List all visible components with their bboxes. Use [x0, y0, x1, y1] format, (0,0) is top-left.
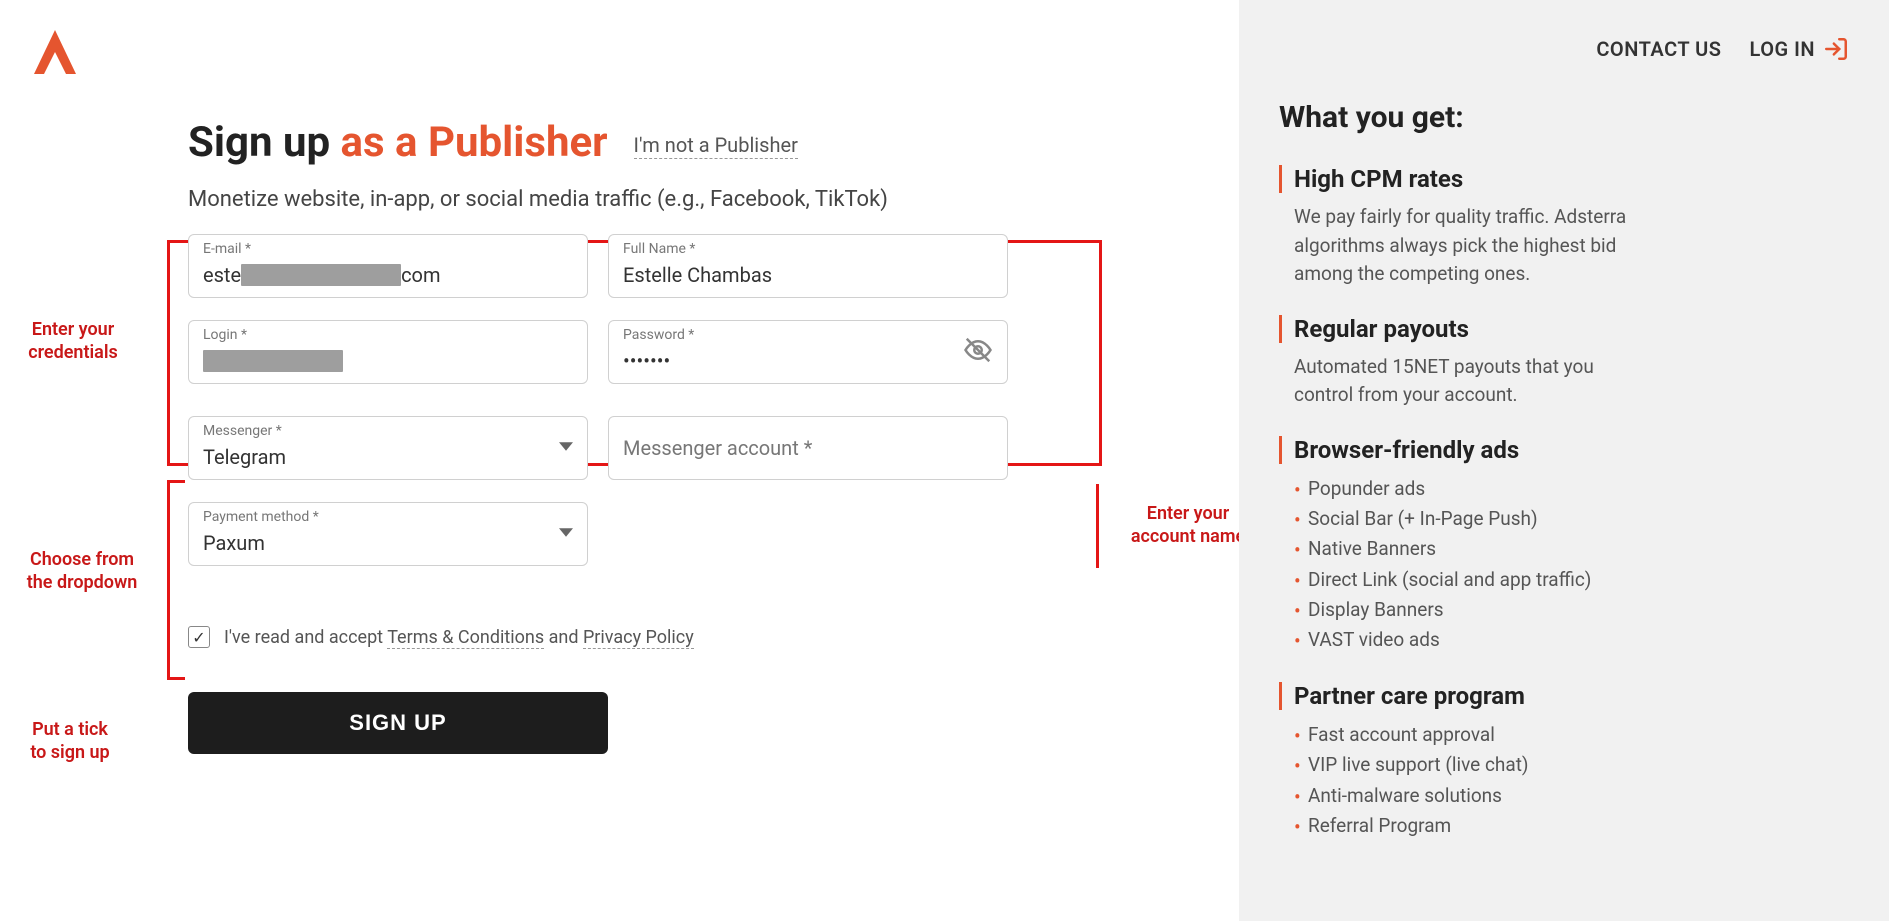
- terms-text-prefix: I've read and accept: [224, 627, 387, 648]
- chevron-down-icon: [559, 439, 573, 458]
- messenger-select[interactable]: Messenger * Telegram: [188, 416, 588, 480]
- list-item: Referral Program: [1294, 811, 1849, 841]
- benefit-desc: Automated 15NET payouts that you control…: [1279, 353, 1639, 410]
- email-suffix: com: [401, 263, 440, 287]
- email-field[interactable]: E-mail * este com: [188, 234, 588, 298]
- eye-off-icon[interactable]: [963, 335, 993, 369]
- login-label: LOG IN: [1750, 37, 1815, 61]
- annotation-tick: Put a tick to sign up: [10, 718, 130, 765]
- annotation-bracket-account: [1096, 484, 1099, 568]
- fullname-label: Full Name *: [623, 241, 695, 257]
- password-value: •••••••: [623, 349, 993, 373]
- annotation-bracket-dropdown: [167, 480, 185, 680]
- page-subtitle: Monetize website, in-app, or social medi…: [188, 187, 1088, 212]
- login-icon: [1823, 36, 1849, 62]
- logo[interactable]: [28, 26, 82, 80]
- email-label: E-mail *: [203, 241, 251, 257]
- list-item: Social Bar (+ In-Page Push): [1294, 504, 1849, 534]
- terms-row: ✓ I've read and accept Terms & Condition…: [188, 626, 1088, 648]
- email-prefix: este: [203, 263, 241, 287]
- benefit-title: High CPM rates: [1279, 165, 1849, 193]
- fullname-value: Estelle Chambas: [623, 263, 993, 287]
- list-item: Display Banners: [1294, 595, 1849, 625]
- login-link[interactable]: LOG IN: [1750, 36, 1849, 62]
- login-field[interactable]: Login *: [188, 320, 588, 384]
- password-label: Password *: [623, 327, 694, 343]
- terms-text-mid: and: [544, 627, 583, 648]
- email-redacted: [241, 264, 401, 286]
- annotation-dropdown: Choose from the dropdown: [2, 548, 162, 595]
- benefit-payouts: Regular payouts Automated 15NET payouts …: [1279, 315, 1849, 410]
- password-field[interactable]: Password * •••••••: [608, 320, 1008, 384]
- benefit-desc: We pay fairly for quality traffic. Adste…: [1279, 203, 1639, 289]
- sidebar-heading: What you get:: [1279, 100, 1849, 135]
- fullname-field[interactable]: Full Name * Estelle Chambas: [608, 234, 1008, 298]
- messenger-account-field[interactable]: Messenger account *: [608, 416, 1008, 480]
- title-prefix: Sign up: [188, 118, 341, 167]
- payment-method-select[interactable]: Payment method * Paxum: [188, 502, 588, 566]
- privacy-policy-link[interactable]: Privacy Policy: [583, 627, 694, 649]
- terms-checkbox[interactable]: ✓: [188, 626, 210, 648]
- benefit-ads: Browser-friendly ads Popunder ads Social…: [1279, 436, 1849, 656]
- annotation-credentials: Enter your credentials: [8, 318, 138, 365]
- benefit-title: Partner care program: [1279, 682, 1849, 710]
- messenger-account-placeholder: Messenger account *: [609, 417, 1007, 479]
- page-title: Sign up as a Publisher: [188, 118, 608, 167]
- terms-conditions-link[interactable]: Terms & Conditions: [387, 627, 544, 649]
- list-item: Fast account approval: [1294, 720, 1849, 750]
- payment-label: Payment method *: [203, 509, 319, 525]
- list-item: Direct Link (social and app traffic): [1294, 565, 1849, 595]
- contact-us-link[interactable]: CONTACT US: [1596, 37, 1721, 61]
- list-item: Anti-malware solutions: [1294, 781, 1849, 811]
- list-item: Popunder ads: [1294, 474, 1849, 504]
- login-label: Login *: [203, 327, 247, 343]
- benefit-high-cpm: High CPM rates We pay fairly for quality…: [1279, 165, 1849, 289]
- list-item: Native Banners: [1294, 534, 1849, 564]
- messenger-value: Telegram: [203, 445, 573, 469]
- title-accent: as a Publisher: [341, 118, 608, 167]
- signup-button[interactable]: SIGN UP: [188, 692, 608, 754]
- benefit-title: Regular payouts: [1279, 315, 1849, 343]
- login-redacted: [203, 350, 343, 372]
- switch-role-link[interactable]: I'm not a Publisher: [634, 133, 798, 159]
- payment-value: Paxum: [203, 531, 573, 555]
- benefit-title: Browser-friendly ads: [1279, 436, 1849, 464]
- benefit-partner-care: Partner care program Fast account approv…: [1279, 682, 1849, 842]
- list-item: VIP live support (live chat): [1294, 750, 1849, 780]
- list-item: VAST video ads: [1294, 625, 1849, 655]
- chevron-down-icon: [559, 525, 573, 544]
- messenger-label: Messenger *: [203, 423, 282, 439]
